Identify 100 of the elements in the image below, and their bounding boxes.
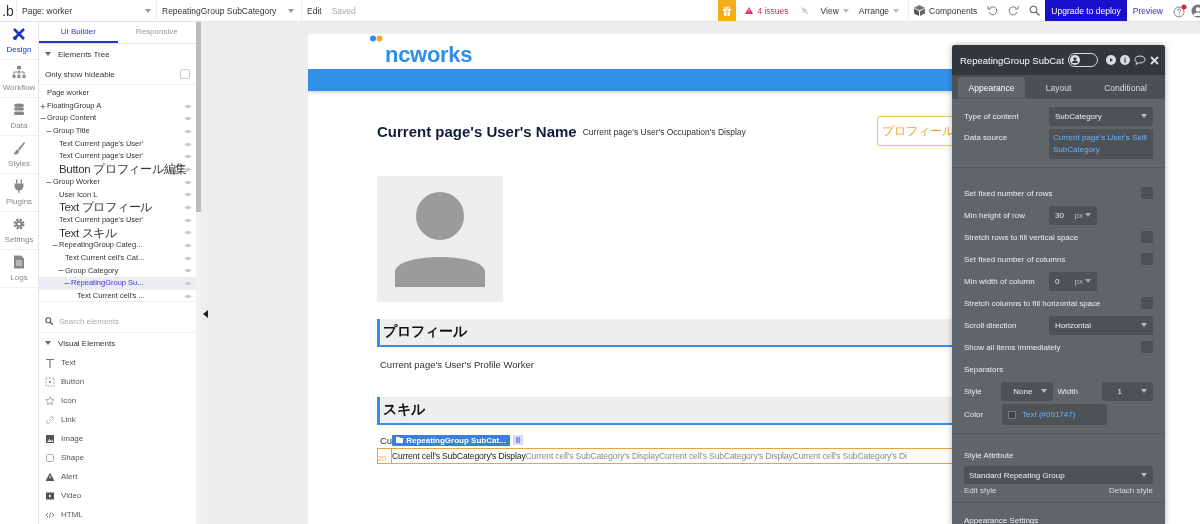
- issues-button[interactable]: 4 issues: [740, 0, 794, 21]
- expression-field[interactable]: Current page's User's Skill SubCategory: [1049, 129, 1153, 159]
- nav-item[interactable]: Plugins: [0, 174, 38, 212]
- unit-dropdown[interactable]: px: [1074, 276, 1091, 286]
- eye-icon[interactable]: [184, 154, 192, 160]
- logo-dots-icon: [370, 35, 383, 42]
- dropdown[interactable]: Horizontal: [1049, 315, 1153, 335]
- checkbox[interactable]: [180, 69, 190, 79]
- upgrade-button[interactable]: Upgrade to deploy: [1045, 0, 1127, 21]
- element-item[interactable]: Text: [39, 353, 196, 372]
- menu-button[interactable]: View: [815, 0, 854, 21]
- database-icon: [12, 103, 26, 117]
- element-item[interactable]: Link: [39, 410, 196, 429]
- user-avatar[interactable]: [1191, 3, 1200, 18]
- preview-link[interactable]: Preview: [1126, 0, 1169, 21]
- warning-icon: [45, 471, 55, 482]
- eye-icon[interactable]: [184, 128, 192, 134]
- element-item[interactable]: Button: [39, 372, 196, 391]
- caret-icon[interactable]: [45, 341, 51, 345]
- eye-icon[interactable]: [184, 281, 192, 287]
- toggle-switch[interactable]: [1068, 53, 1099, 67]
- tree-item[interactable]: Button プロフィール編集: [39, 163, 196, 176]
- edit-style-link[interactable]: Edit style: [964, 485, 997, 495]
- element-item[interactable]: Video: [39, 486, 196, 505]
- nav-item[interactable]: Data: [0, 98, 38, 136]
- nav-item[interactable]: Logs: [0, 250, 38, 288]
- eye-icon[interactable]: [184, 293, 192, 299]
- info-icon[interactable]: [1120, 55, 1131, 65]
- search-field[interactable]: Search elements: [59, 316, 159, 326]
- collapse-handle-icon[interactable]: [203, 310, 208, 318]
- unit-dropdown[interactable]: px: [1074, 210, 1091, 220]
- panel-tab[interactable]: Conditional: [1092, 77, 1159, 98]
- play-icon[interactable]: [1106, 55, 1117, 65]
- tree-item[interactable]: Text プロフィール: [39, 201, 196, 214]
- element-item[interactable]: HTML: [39, 505, 196, 524]
- caret-icon[interactable]: [45, 52, 51, 56]
- element-item[interactable]: Image: [39, 429, 196, 448]
- section-title: Appearance Settings: [964, 515, 1039, 524]
- page-dropdown[interactable]: Page: worker: [16, 0, 156, 21]
- eye-icon[interactable]: [184, 255, 192, 261]
- scrollbar[interactable]: [196, 22, 201, 212]
- eye-icon[interactable]: [184, 217, 192, 223]
- redo-icon[interactable]: [1008, 5, 1020, 16]
- panel-tab[interactable]: Appearance: [958, 77, 1025, 98]
- edit-menu[interactable]: Edit: [301, 0, 327, 21]
- undo-icon[interactable]: [987, 5, 999, 16]
- nav-item[interactable]: Workflow: [0, 60, 38, 98]
- detach-style-link[interactable]: Detach style: [1108, 485, 1153, 495]
- caret-icon: [1085, 279, 1091, 283]
- eye-icon[interactable]: [184, 141, 192, 147]
- style-dropdown[interactable]: Standard Repeating Group: [964, 466, 1153, 484]
- collapse-icon[interactable]: [40, 116, 46, 122]
- code-icon: [45, 509, 55, 520]
- dropdown[interactable]: SubCategory: [1049, 106, 1153, 126]
- eye-icon[interactable]: [184, 116, 192, 122]
- hierarchy-icon: [12, 65, 26, 79]
- components-button[interactable]: Components: [908, 0, 983, 21]
- panel-title: RepeatingGroup SubCat: [960, 54, 1065, 66]
- eye-icon[interactable]: [184, 103, 192, 109]
- selection-tag[interactable]: RepeatingGroup SubCat...: [392, 434, 510, 446]
- close-icon[interactable]: [1150, 55, 1159, 65]
- eye-icon[interactable]: [184, 205, 192, 211]
- menu-button[interactable]: Arrange: [853, 0, 905, 21]
- eye-icon[interactable]: [184, 179, 192, 185]
- comment-icon[interactable]: [1134, 55, 1146, 65]
- stack-icon[interactable]: [512, 435, 523, 445]
- checkbox-label: Only show hideable: [45, 69, 115, 79]
- eye-icon[interactable]: [184, 192, 192, 198]
- nav-item[interactable]: Settings: [0, 212, 38, 250]
- field-label: Width: [1056, 386, 1079, 396]
- dropdown[interactable]: 1: [1101, 381, 1153, 401]
- dropdown[interactable]: None: [1001, 381, 1053, 401]
- video-icon: [45, 490, 55, 501]
- element-item[interactable]: Shape: [39, 448, 196, 467]
- eye-icon[interactable]: [184, 230, 192, 236]
- square-icon: [45, 452, 55, 463]
- app-logo[interactable]: .b: [0, 2, 16, 19]
- nav-item[interactable]: Styles: [0, 136, 38, 174]
- button-icon: [45, 376, 55, 387]
- caret-icon: [1141, 389, 1147, 393]
- pointer-icon[interactable]: [799, 5, 810, 16]
- search-icon[interactable]: [1029, 5, 1041, 16]
- cell-text: Current cell's SubCategory's Display: [659, 450, 793, 463]
- element-item[interactable]: Icon: [39, 391, 196, 410]
- nav-item[interactable]: Design: [0, 22, 38, 60]
- gift-button[interactable]: [718, 0, 737, 21]
- element-item[interactable]: Alert: [39, 467, 196, 486]
- text-icon: [45, 357, 55, 368]
- panel-tab[interactable]: Layout: [1025, 77, 1092, 98]
- panel-tab[interactable]: UI Builder: [39, 22, 118, 43]
- expand-icon[interactable]: [40, 103, 46, 109]
- eye-icon[interactable]: [184, 243, 192, 249]
- eye-icon[interactable]: [184, 268, 192, 274]
- tree-item[interactable]: Text スキル: [39, 226, 196, 240]
- number-field[interactable]: 30 px: [1049, 205, 1097, 225]
- collapse-icon[interactable]: [52, 243, 58, 249]
- color-field[interactable]: Text (#091747): [1002, 404, 1107, 425]
- element-dropdown[interactable]: RepeatingGroup SubCategory: [156, 0, 299, 21]
- help-icon[interactable]: [1173, 3, 1187, 18]
- number-field[interactable]: 0 px: [1049, 271, 1097, 291]
